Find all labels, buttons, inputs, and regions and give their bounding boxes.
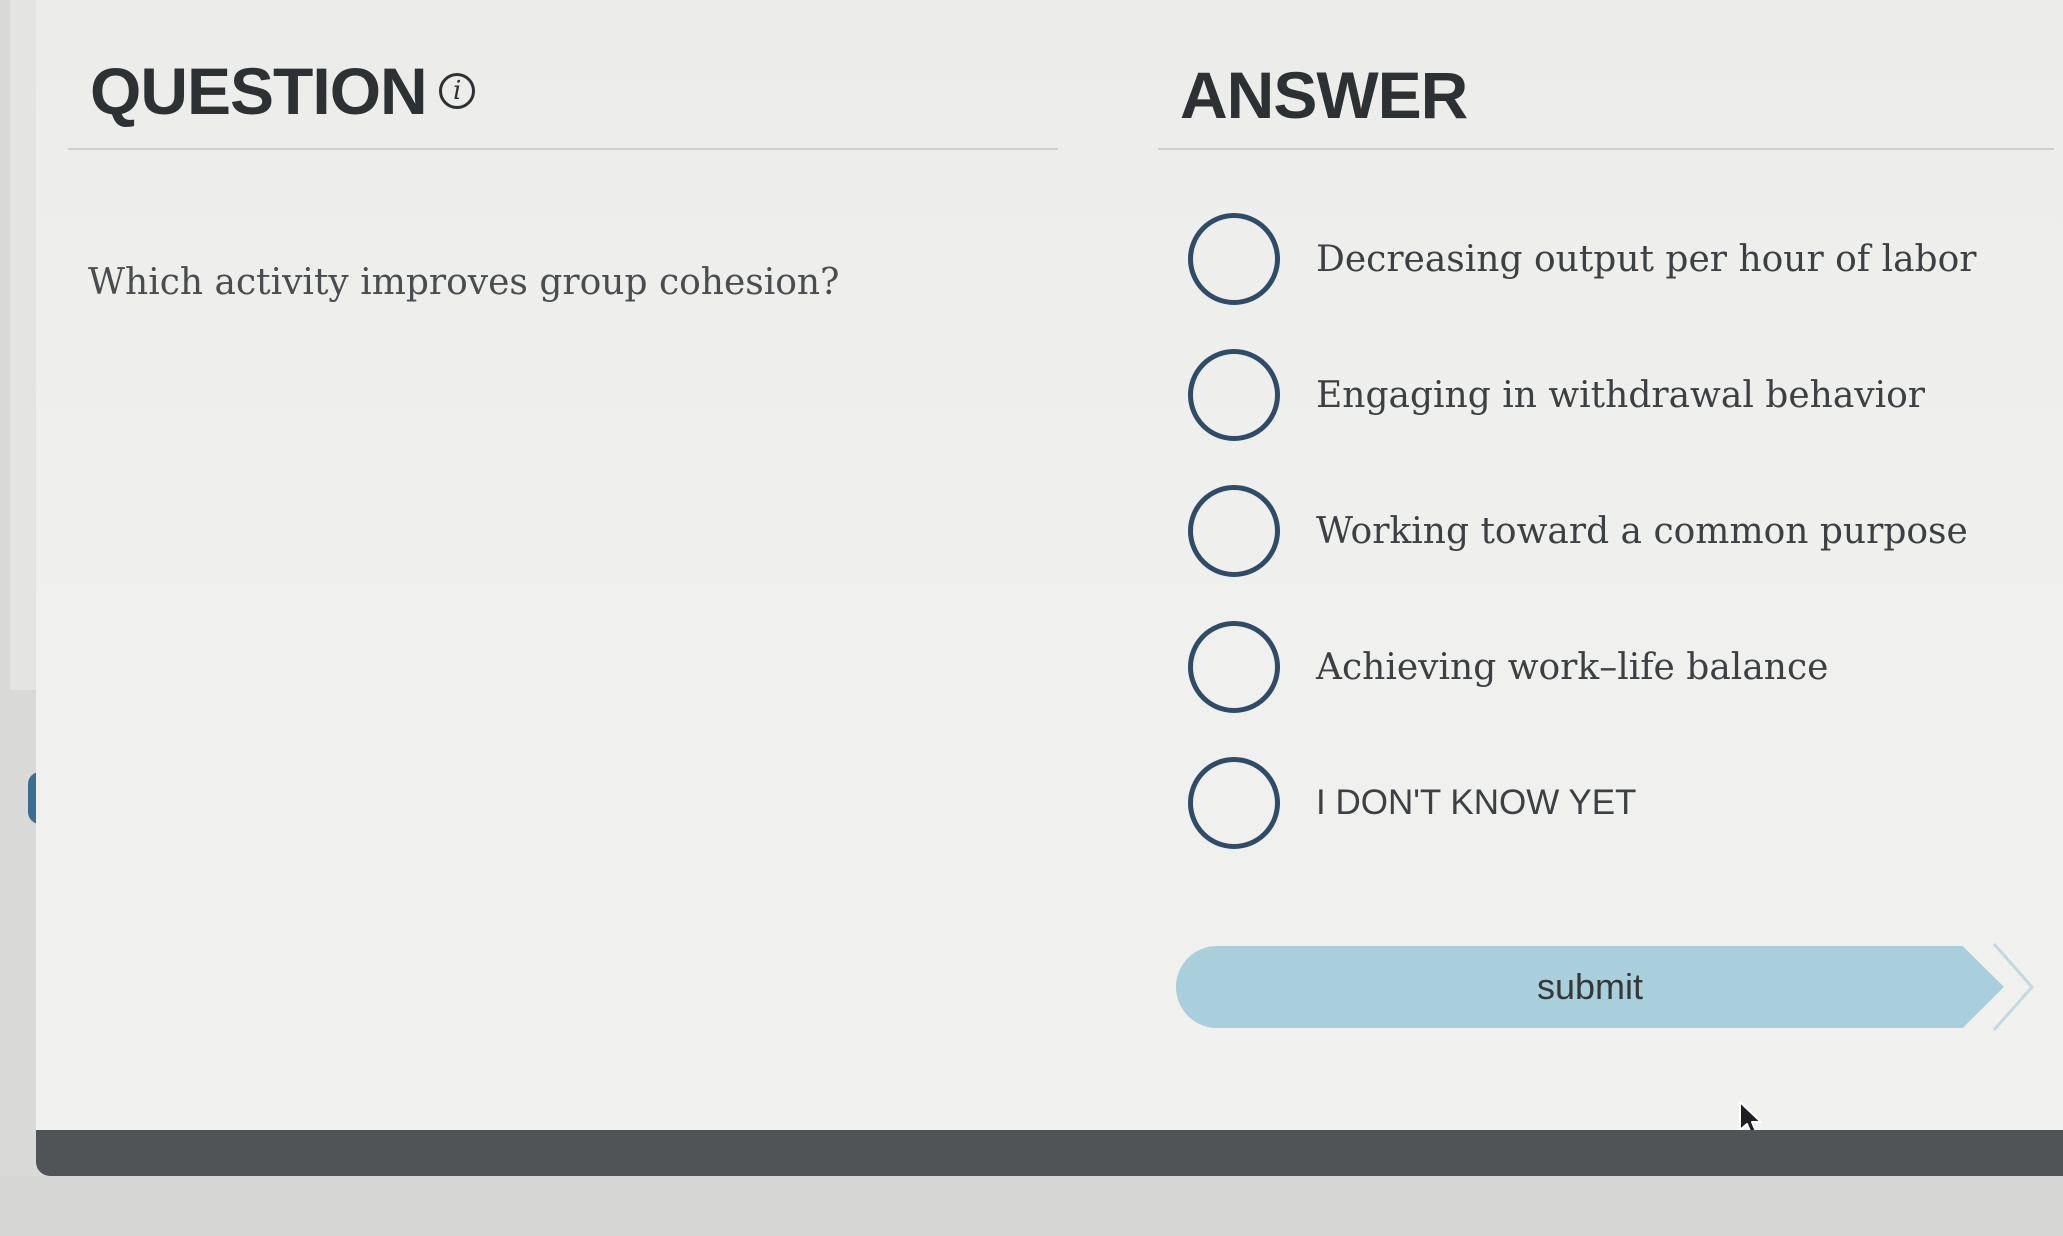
radio-button[interactable] (1188, 349, 1280, 441)
radio-button[interactable] (1188, 757, 1280, 849)
question-heading-label: QUESTION (90, 54, 428, 128)
question-divider (68, 148, 1058, 150)
question-heading: QUESTION i (90, 58, 475, 124)
answer-divider (1158, 148, 2054, 150)
answer-option-label: Working toward a common purpose (1316, 510, 1968, 552)
answer-option-2[interactable]: Engaging in withdrawal behavior (1188, 346, 2048, 444)
info-icon[interactable]: i (438, 73, 475, 109)
answer-option-label: Decreasing output per hour of labor (1316, 238, 1977, 280)
submit-area: submit (1176, 943, 2036, 1031)
answer-option-label: Engaging in withdrawal behavior (1316, 374, 1926, 416)
answer-option-label: Achieving work–life balance (1316, 646, 1829, 688)
background-strip (0, 1176, 2063, 1236)
radio-button[interactable] (1188, 485, 1280, 577)
radio-button[interactable] (1188, 621, 1280, 713)
answer-heading: ANSWER (1180, 58, 1468, 132)
bottom-bar (36, 1130, 2063, 1176)
radio-button[interactable] (1188, 213, 1280, 305)
answer-option-3[interactable]: Working toward a common purpose (1188, 482, 2048, 580)
question-text: Which activity improves group cohesion? (88, 262, 840, 303)
answer-option-4[interactable]: Achieving work–life balance (1188, 618, 2048, 716)
answer-option-1[interactable]: Decreasing output per hour of labor (1188, 210, 2048, 308)
submit-button[interactable]: submit (1176, 946, 2004, 1028)
answer-options: Decreasing output per hour of labor Enga… (1188, 210, 2048, 890)
answer-option-5[interactable]: I DON'T KNOW YET (1188, 754, 2048, 852)
chevron-right-icon (1992, 943, 2035, 1031)
answer-option-label: I DON'T KNOW YET (1316, 783, 1637, 822)
